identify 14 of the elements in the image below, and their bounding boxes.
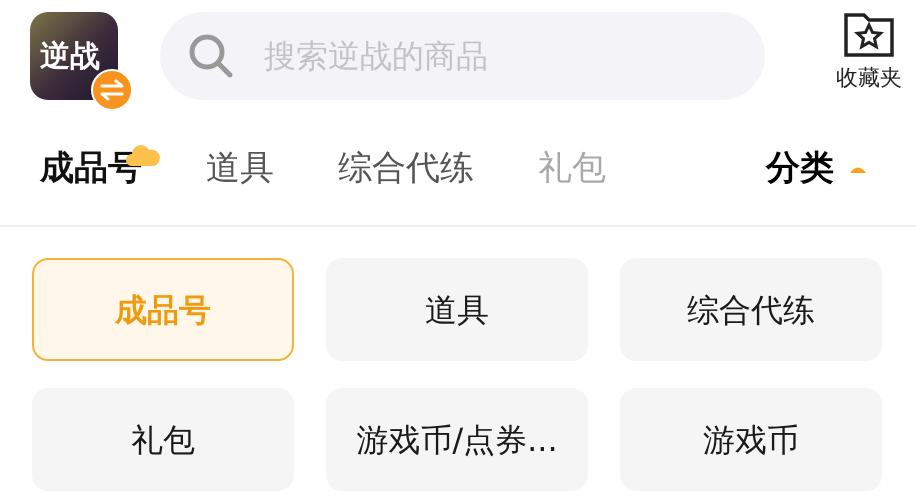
category-option[interactable]: 游戏币/点券... (326, 388, 588, 491)
category-option[interactable]: 游戏币 (620, 388, 882, 491)
search-icon (188, 33, 234, 79)
app-icon[interactable]: 逆战 (30, 12, 118, 100)
tab[interactable]: 道具 (206, 143, 274, 194)
tab[interactable]: 综合代练 (338, 143, 474, 194)
favorites-label[interactable]: 收藏夹 (836, 62, 902, 95)
category-toggle[interactable]: 分类 (766, 143, 866, 194)
caret-up-icon (850, 164, 866, 172)
app-icon-label: 逆战 (40, 39, 100, 74)
category-option[interactable]: 综合代练 (620, 258, 882, 361)
category-option[interactable]: 道具 (326, 258, 588, 361)
category-option[interactable]: 礼包 (32, 388, 294, 491)
star-folder-icon[interactable] (843, 12, 895, 58)
